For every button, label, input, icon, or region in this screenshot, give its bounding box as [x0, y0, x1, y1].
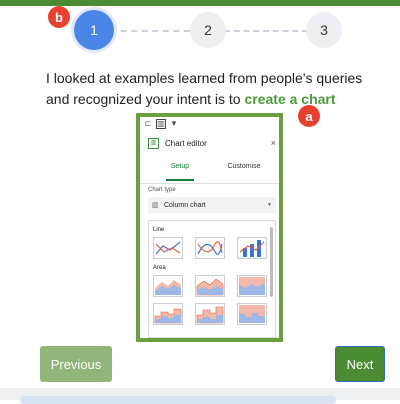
- tab-setup[interactable]: Setup: [148, 163, 212, 181]
- stacked-stepped-area-thumb[interactable]: [195, 303, 225, 325]
- 100-stepped-area-thumb[interactable]: [237, 303, 267, 325]
- chart-type-list[interactable]: Line Area: [148, 220, 276, 338]
- chart-editor-tabs: Setup Customise: [148, 163, 276, 181]
- line-chart-thumb[interactable]: [153, 237, 183, 259]
- annotation-badge-a: a: [298, 105, 320, 127]
- group-label-area: Area: [153, 265, 166, 271]
- intent-message: I looked at examples learned from people…: [46, 68, 376, 110]
- chart-icon[interactable]: ▥: [156, 119, 166, 129]
- stacked-area-thumb[interactable]: [195, 275, 225, 297]
- scrollbar[interactable]: [270, 227, 273, 297]
- combo-chart-thumb[interactable]: [237, 237, 267, 259]
- step-connector: [110, 30, 190, 34]
- area-chart-thumb[interactable]: [153, 275, 183, 297]
- previous-button[interactable]: Previous: [40, 346, 112, 382]
- divider: [140, 183, 279, 184]
- chart-editor-header: ▥ Chart editor ×: [148, 135, 276, 151]
- chevron-down-icon: ▼: [267, 202, 272, 208]
- stepped-area-thumb[interactable]: [153, 303, 183, 325]
- next-button[interactable]: Next: [335, 346, 385, 382]
- chart-type-dropdown[interactable]: ▥ Column chart ▼: [148, 197, 276, 213]
- filter-icon[interactable]: ▼: [169, 119, 179, 129]
- step-2[interactable]: 2: [190, 12, 226, 48]
- close-icon[interactable]: ×: [271, 138, 276, 148]
- 100-area-thumb[interactable]: [237, 275, 267, 297]
- bottom-input-pill[interactable]: [20, 396, 336, 404]
- annotation-badge-b: b: [48, 6, 70, 28]
- step-3[interactable]: 3: [306, 12, 342, 48]
- mini-toolbar: ⊏ ▥ ▼: [143, 119, 179, 131]
- chart-editor-screenshot: ⊏ ▥ ▼ ▥ Chart editor × Setup Customise C…: [136, 113, 283, 342]
- column-chart-icon: ▥: [152, 202, 159, 209]
- chart-editor-title: Chart editor: [165, 138, 207, 148]
- group-label-line: Line: [153, 227, 165, 233]
- comment-icon[interactable]: ⊏: [143, 119, 153, 129]
- step-connector: [224, 30, 308, 34]
- tab-customise[interactable]: Customise: [212, 163, 276, 181]
- smooth-line-thumb[interactable]: [195, 237, 225, 259]
- intent-highlight: create a chart: [244, 91, 336, 107]
- chart-editor-icon: ▥: [148, 137, 159, 149]
- chart-type-value: Column chart: [164, 201, 206, 209]
- chart-type-label: Chart type: [148, 187, 176, 193]
- step-1[interactable]: 1: [74, 10, 114, 50]
